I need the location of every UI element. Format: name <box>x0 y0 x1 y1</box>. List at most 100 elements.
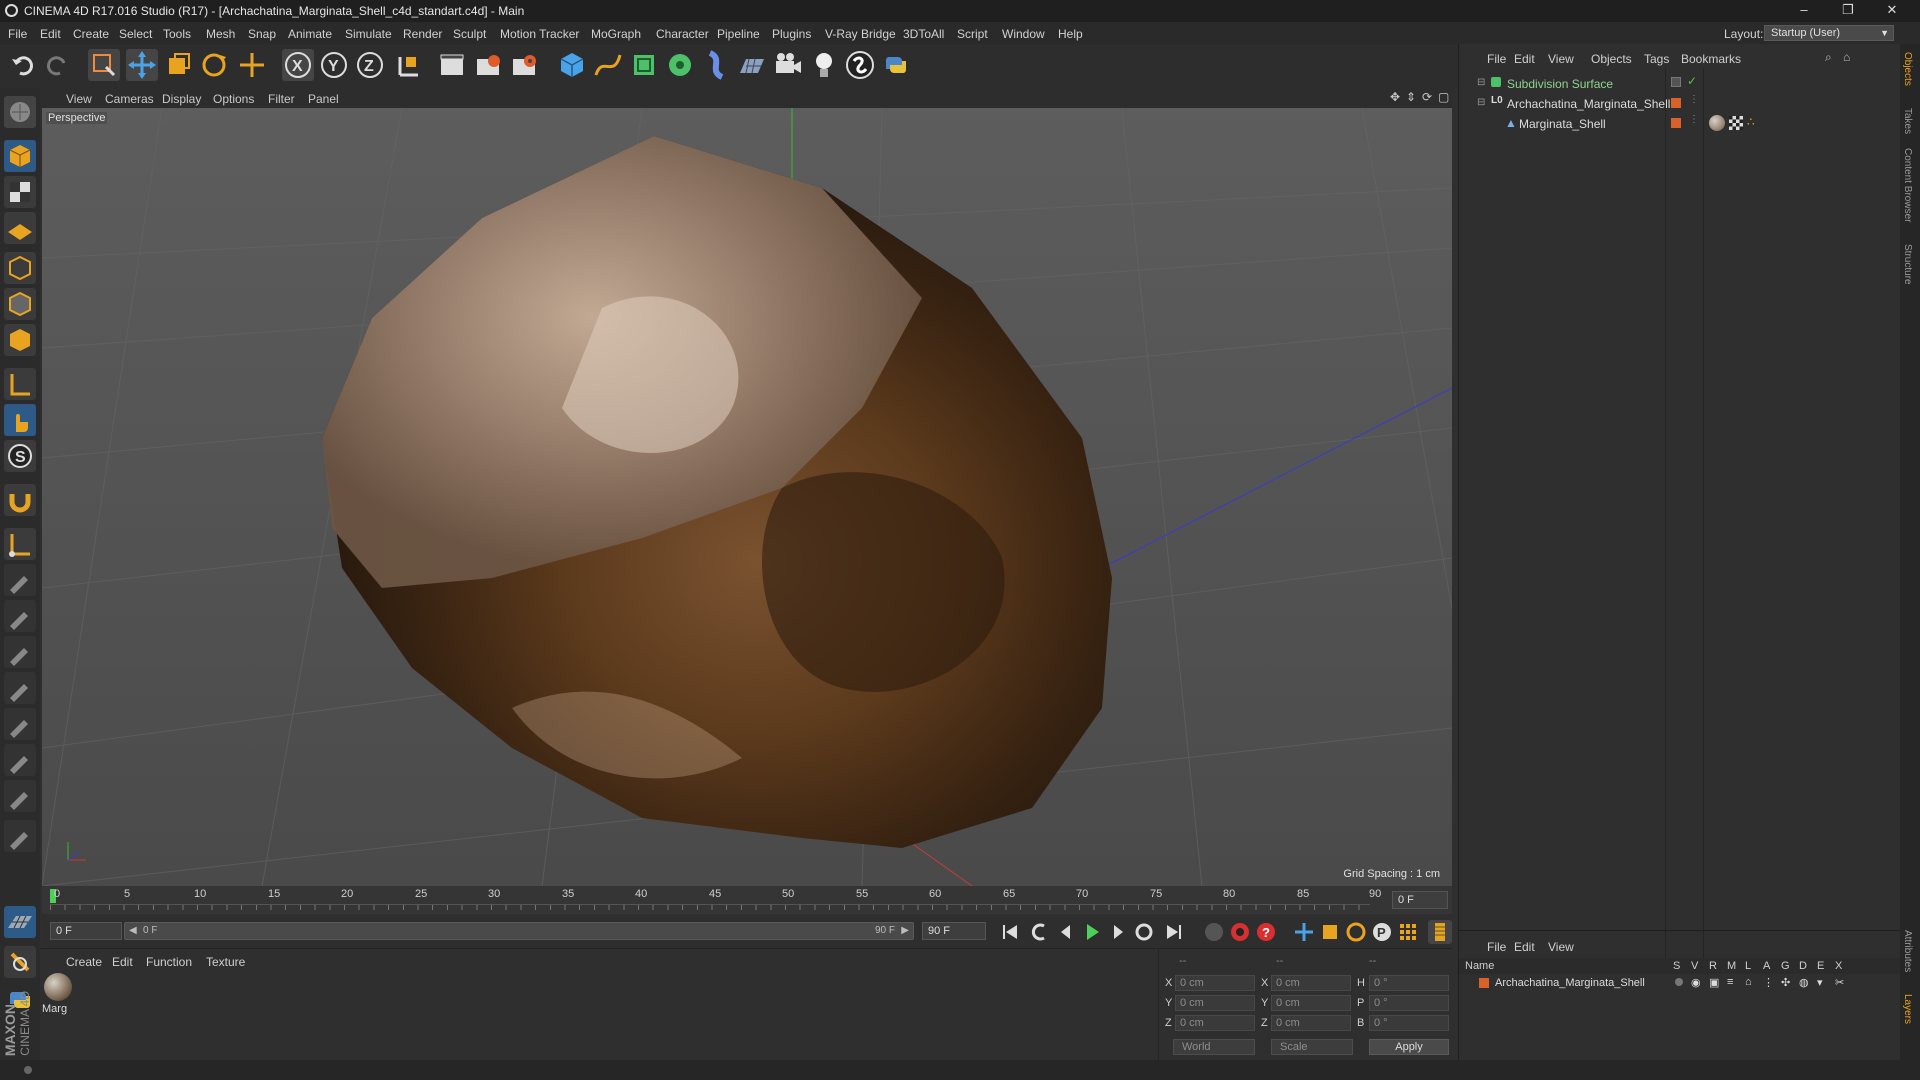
menu-animate[interactable]: Animate <box>288 27 332 41</box>
viewport-zoom-icon[interactable]: ⇕ <box>1406 90 1416 104</box>
tab-objects[interactable]: Objects <box>1902 52 1913 86</box>
coordinate-system-button[interactable] <box>392 49 424 81</box>
visibility-dots-icon[interactable]: ⋮ <box>1689 94 1699 105</box>
layer-color-swatch[interactable] <box>1671 118 1681 128</box>
menu-simulate[interactable]: Simulate <box>345 27 392 41</box>
timeline-window-button[interactable] <box>1428 920 1452 944</box>
add-camera-button[interactable] <box>772 49 804 81</box>
manager-icon[interactable]: ≡ <box>1727 976 1733 988</box>
deformer-icon[interactable]: ◍ <box>1799 976 1809 989</box>
viewport-move-icon[interactable]: ✥ <box>1390 90 1400 104</box>
snap-button[interactable]: S <box>4 440 36 472</box>
position-y-field[interactable]: 0 cm <box>1175 995 1255 1011</box>
grid-floor-button[interactable] <box>4 906 36 938</box>
points-mode-button[interactable] <box>4 252 36 284</box>
render-to-picture-viewer-button[interactable] <box>472 49 504 81</box>
timeline-ruler[interactable]: 0 5 10 15 20 25 30 35 40 45 50 55 60 65 … <box>42 886 1452 914</box>
add-deformer-button[interactable] <box>700 49 732 81</box>
objects-menu-bookmarks[interactable]: Bookmarks <box>1681 52 1741 66</box>
eye-icon[interactable]: ◉ <box>1691 976 1701 989</box>
tab-content-browser[interactable]: Content Browser <box>1902 148 1913 222</box>
tab-attributes[interactable]: Attributes <box>1902 930 1913 972</box>
expression-icon[interactable]: ▾ <box>1817 976 1823 989</box>
z-axis-lock-button[interactable]: Z <box>354 49 386 81</box>
tweak-mode-button[interactable] <box>4 404 36 436</box>
polygons-mode-button[interactable] <box>4 324 36 356</box>
size-mode-dropdown[interactable]: Scale <box>1271 1039 1353 1055</box>
menu-3dtoall[interactable]: 3DToAll <box>903 27 944 41</box>
viewport-menu-display[interactable]: Display <box>162 92 201 106</box>
menu-mograph[interactable]: MoGraph <box>591 27 641 41</box>
size-x-field[interactable]: 0 cm <box>1271 975 1351 991</box>
add-floor-button[interactable] <box>736 49 768 81</box>
menu-motion-tracker[interactable]: Motion Tracker <box>500 27 579 41</box>
tab-structure[interactable]: Structure <box>1902 244 1913 285</box>
brush-tool-5-button[interactable] <box>4 708 36 740</box>
brush-tool-3-button[interactable] <box>4 636 36 668</box>
add-spline-button[interactable] <box>592 49 624 81</box>
add-array-button[interactable] <box>664 49 696 81</box>
visibility-dots-icon[interactable]: ⋮ <box>1689 114 1699 125</box>
magnet-button[interactable] <box>4 484 36 516</box>
key-parameter-button[interactable]: P <box>1370 920 1394 944</box>
go-to-start-button[interactable] <box>998 920 1022 944</box>
material-thumbnail[interactable] <box>44 973 72 1001</box>
objects-menu-objects[interactable]: Objects <box>1591 52 1632 66</box>
start-frame-field[interactable]: 0 F <box>50 922 122 940</box>
y-axis-lock-button[interactable]: Y <box>318 49 350 81</box>
previous-keyframe-button[interactable] <box>1028 920 1052 944</box>
object-row-archachatina-marginata-shell[interactable]: ⊟ L0 Archachatina_Marginata_Shell ⋮ <box>1459 94 1901 114</box>
redo-button[interactable] <box>42 49 74 81</box>
key-position-button[interactable] <box>1292 920 1316 944</box>
menu-render[interactable]: Render <box>403 27 442 41</box>
render-view-button[interactable] <box>436 49 468 81</box>
rotation-b-field[interactable]: 0 ° <box>1369 1015 1449 1031</box>
record-keys-button[interactable] <box>1202 920 1226 944</box>
menu-file[interactable]: File <box>8 27 27 41</box>
layers-menu-edit[interactable]: Edit <box>1514 940 1535 954</box>
viewport-menu-cameras[interactable]: Cameras <box>105 92 154 106</box>
editor-visibility-icon[interactable] <box>1671 77 1681 87</box>
object-row-subdivision-surface[interactable]: ⊟ Subdivision Surface ✓ <box>1459 74 1901 94</box>
viewport-menu-filter[interactable]: Filter <box>268 92 295 106</box>
coordinate-space-dropdown[interactable]: World <box>1173 1039 1255 1055</box>
key-pla-button[interactable] <box>1396 920 1420 944</box>
material-menu-create[interactable]: Create <box>66 955 102 969</box>
search-icon[interactable]: ⌕ <box>1825 50 1832 65</box>
layout-dropdown[interactable]: Startup (User) ▼ <box>1764 25 1894 41</box>
menu-help[interactable]: Help <box>1058 27 1083 41</box>
viewport-menu-view[interactable]: View <box>66 92 92 106</box>
play-button[interactable] <box>1080 920 1104 944</box>
generator-icon[interactable]: ✣ <box>1781 976 1790 989</box>
xref-icon[interactable]: ✂ <box>1835 976 1844 989</box>
viewport-menu-options[interactable]: Options <box>213 92 254 106</box>
tab-takes[interactable]: Takes <box>1902 108 1913 134</box>
brush-tool-8-button[interactable] <box>4 820 36 852</box>
rotation-h-field[interactable]: 0 ° <box>1369 975 1449 991</box>
material-menu-edit[interactable]: Edit <box>112 955 133 969</box>
workplane-mode-button[interactable] <box>4 212 36 244</box>
add-cube-button[interactable] <box>556 49 588 81</box>
add-light-button[interactable] <box>808 49 840 81</box>
viewport-rotate-icon[interactable]: ⟳ <box>1422 90 1432 104</box>
menu-tools[interactable]: Tools <box>163 27 191 41</box>
model-mode-button[interactable] <box>4 140 36 172</box>
objects-menu-edit[interactable]: Edit <box>1514 52 1535 66</box>
home-icon[interactable]: ⌂ <box>1843 50 1850 64</box>
make-editable-button[interactable] <box>4 96 36 128</box>
menu-character[interactable]: Character <box>656 27 709 41</box>
lock-icon[interactable]: ⌂ <box>1745 976 1752 988</box>
add-nurbs-button[interactable] <box>628 49 660 81</box>
next-frame-button[interactable] <box>1106 920 1130 944</box>
perspective-viewport[interactable]: Perspective Grid Spacing : 1 cm <box>42 108 1452 886</box>
viewport-maximize-icon[interactable]: ▢ <box>1438 90 1449 104</box>
end-frame-field[interactable]: 90 F <box>922 922 986 940</box>
current-frame-field[interactable]: 0 F <box>1392 891 1448 909</box>
layer-color-swatch[interactable] <box>1671 98 1681 108</box>
menu-snap[interactable]: Snap <box>248 27 276 41</box>
menu-window[interactable]: Window <box>1002 27 1045 41</box>
brush-tool-4-button[interactable] <box>4 672 36 704</box>
tab-layers[interactable]: Layers <box>1902 994 1913 1024</box>
collapse-icon[interactable]: ⊟ <box>1477 97 1485 108</box>
objects-menu-file[interactable]: File <box>1487 52 1506 66</box>
